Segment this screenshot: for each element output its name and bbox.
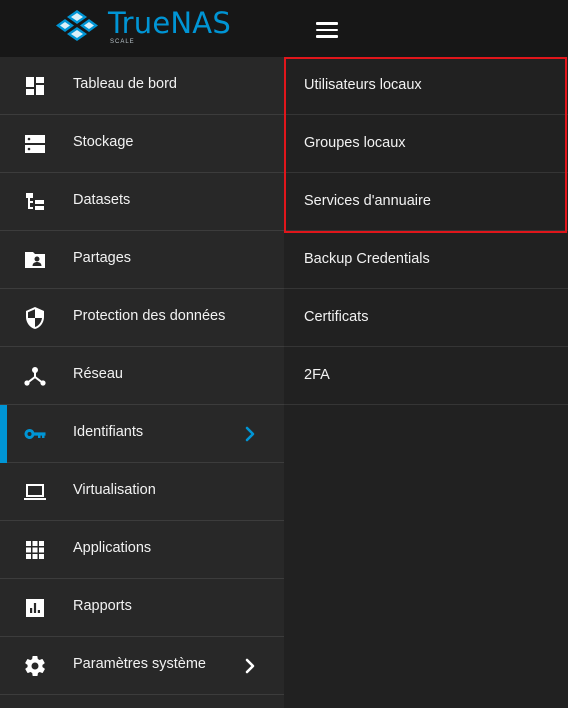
hamburger-icon-line [316, 28, 338, 32]
submenu-item-label: 2FA [304, 367, 330, 383]
submenu-item-label: Utilisateurs locaux [304, 77, 422, 93]
truenas-logo-icon [56, 10, 98, 41]
apps-grid-icon [22, 538, 48, 562]
sidebar-item-label: Réseau [73, 366, 123, 382]
sidebar-item-virtualization[interactable]: Virtualisation [0, 463, 284, 521]
submenu-item-label: Services d'annuaire [304, 193, 431, 209]
submenu-item-label: Groupes locaux [304, 135, 406, 151]
sidebar-item-label: Partages [73, 250, 132, 266]
network-icon [22, 364, 48, 388]
sidebar-item-dashboard[interactable]: Tableau de bord [0, 57, 284, 115]
sidebar-item-credentials[interactable]: Identifiants [0, 405, 284, 463]
submenu-item-2fa[interactable]: 2FA [284, 347, 568, 405]
sidebar: Tableau de bord Stockage Datasets Partag… [0, 57, 284, 708]
chevron-right-icon [243, 424, 257, 444]
datasets-icon [22, 190, 48, 214]
sidebar-item-system-settings[interactable]: Paramètres système [0, 637, 284, 695]
laptop-icon [22, 480, 48, 504]
brand-name: TrueNAS [108, 6, 231, 40]
sidebar-item-label: Protection des données [73, 308, 226, 324]
hamburger-icon-line [316, 22, 338, 25]
hamburger-icon-line [316, 35, 338, 38]
hamburger-menu-button[interactable] [312, 17, 342, 43]
submenu-item-label: Certificats [304, 309, 369, 325]
sidebar-item-reports[interactable]: Rapports [0, 579, 284, 637]
brand-subtitle: SCALE [110, 39, 135, 45]
sidebar-item-label: Identifiants [73, 424, 144, 440]
sidebar-item-network[interactable]: Réseau [0, 347, 284, 405]
submenu-item-local-groups[interactable]: Groupes locaux [284, 115, 568, 173]
key-icon [22, 422, 48, 446]
reports-chart-icon [22, 596, 48, 620]
gear-icon [22, 654, 48, 678]
shares-folder-icon [22, 248, 48, 272]
sidebar-item-label: Rapports [73, 598, 132, 614]
sidebar-item-shares[interactable]: Partages [0, 231, 284, 289]
sidebar-item-datasets[interactable]: Datasets [0, 173, 284, 231]
sidebar-item-label: Applications [73, 540, 152, 556]
sidebar-item-label: Virtualisation [73, 482, 156, 498]
dashboard-icon [22, 74, 48, 98]
security-shield-icon [22, 306, 48, 330]
sidebar-item-label: Stockage [73, 134, 134, 150]
storage-icon [22, 132, 48, 156]
credentials-submenu: Utilisateurs locaux Groupes locaux Servi… [284, 57, 568, 708]
sidebar-item-label: Paramètres système [73, 656, 206, 672]
sidebar-item-label: Tableau de bord [73, 76, 177, 92]
submenu-item-local-users[interactable]: Utilisateurs locaux [284, 57, 568, 115]
chevron-right-icon [243, 656, 257, 676]
submenu-item-certificates[interactable]: Certificats [284, 289, 568, 347]
sidebar-item-storage[interactable]: Stockage [0, 115, 284, 173]
sidebar-item-label: Datasets [73, 192, 131, 208]
sidebar-item-apps[interactable]: Applications [0, 521, 284, 579]
submenu-item-backup-credentials[interactable]: Backup Credentials [284, 231, 568, 289]
sidebar-item-data-protection[interactable]: Protection des données [0, 289, 284, 347]
top-bar: TrueNAS SCALE [0, 0, 568, 57]
submenu-item-label: Backup Credentials [304, 251, 430, 267]
submenu-item-directory-services[interactable]: Services d'annuaire [284, 173, 568, 231]
truenas-logo[interactable]: TrueNAS SCALE [52, 9, 231, 47]
